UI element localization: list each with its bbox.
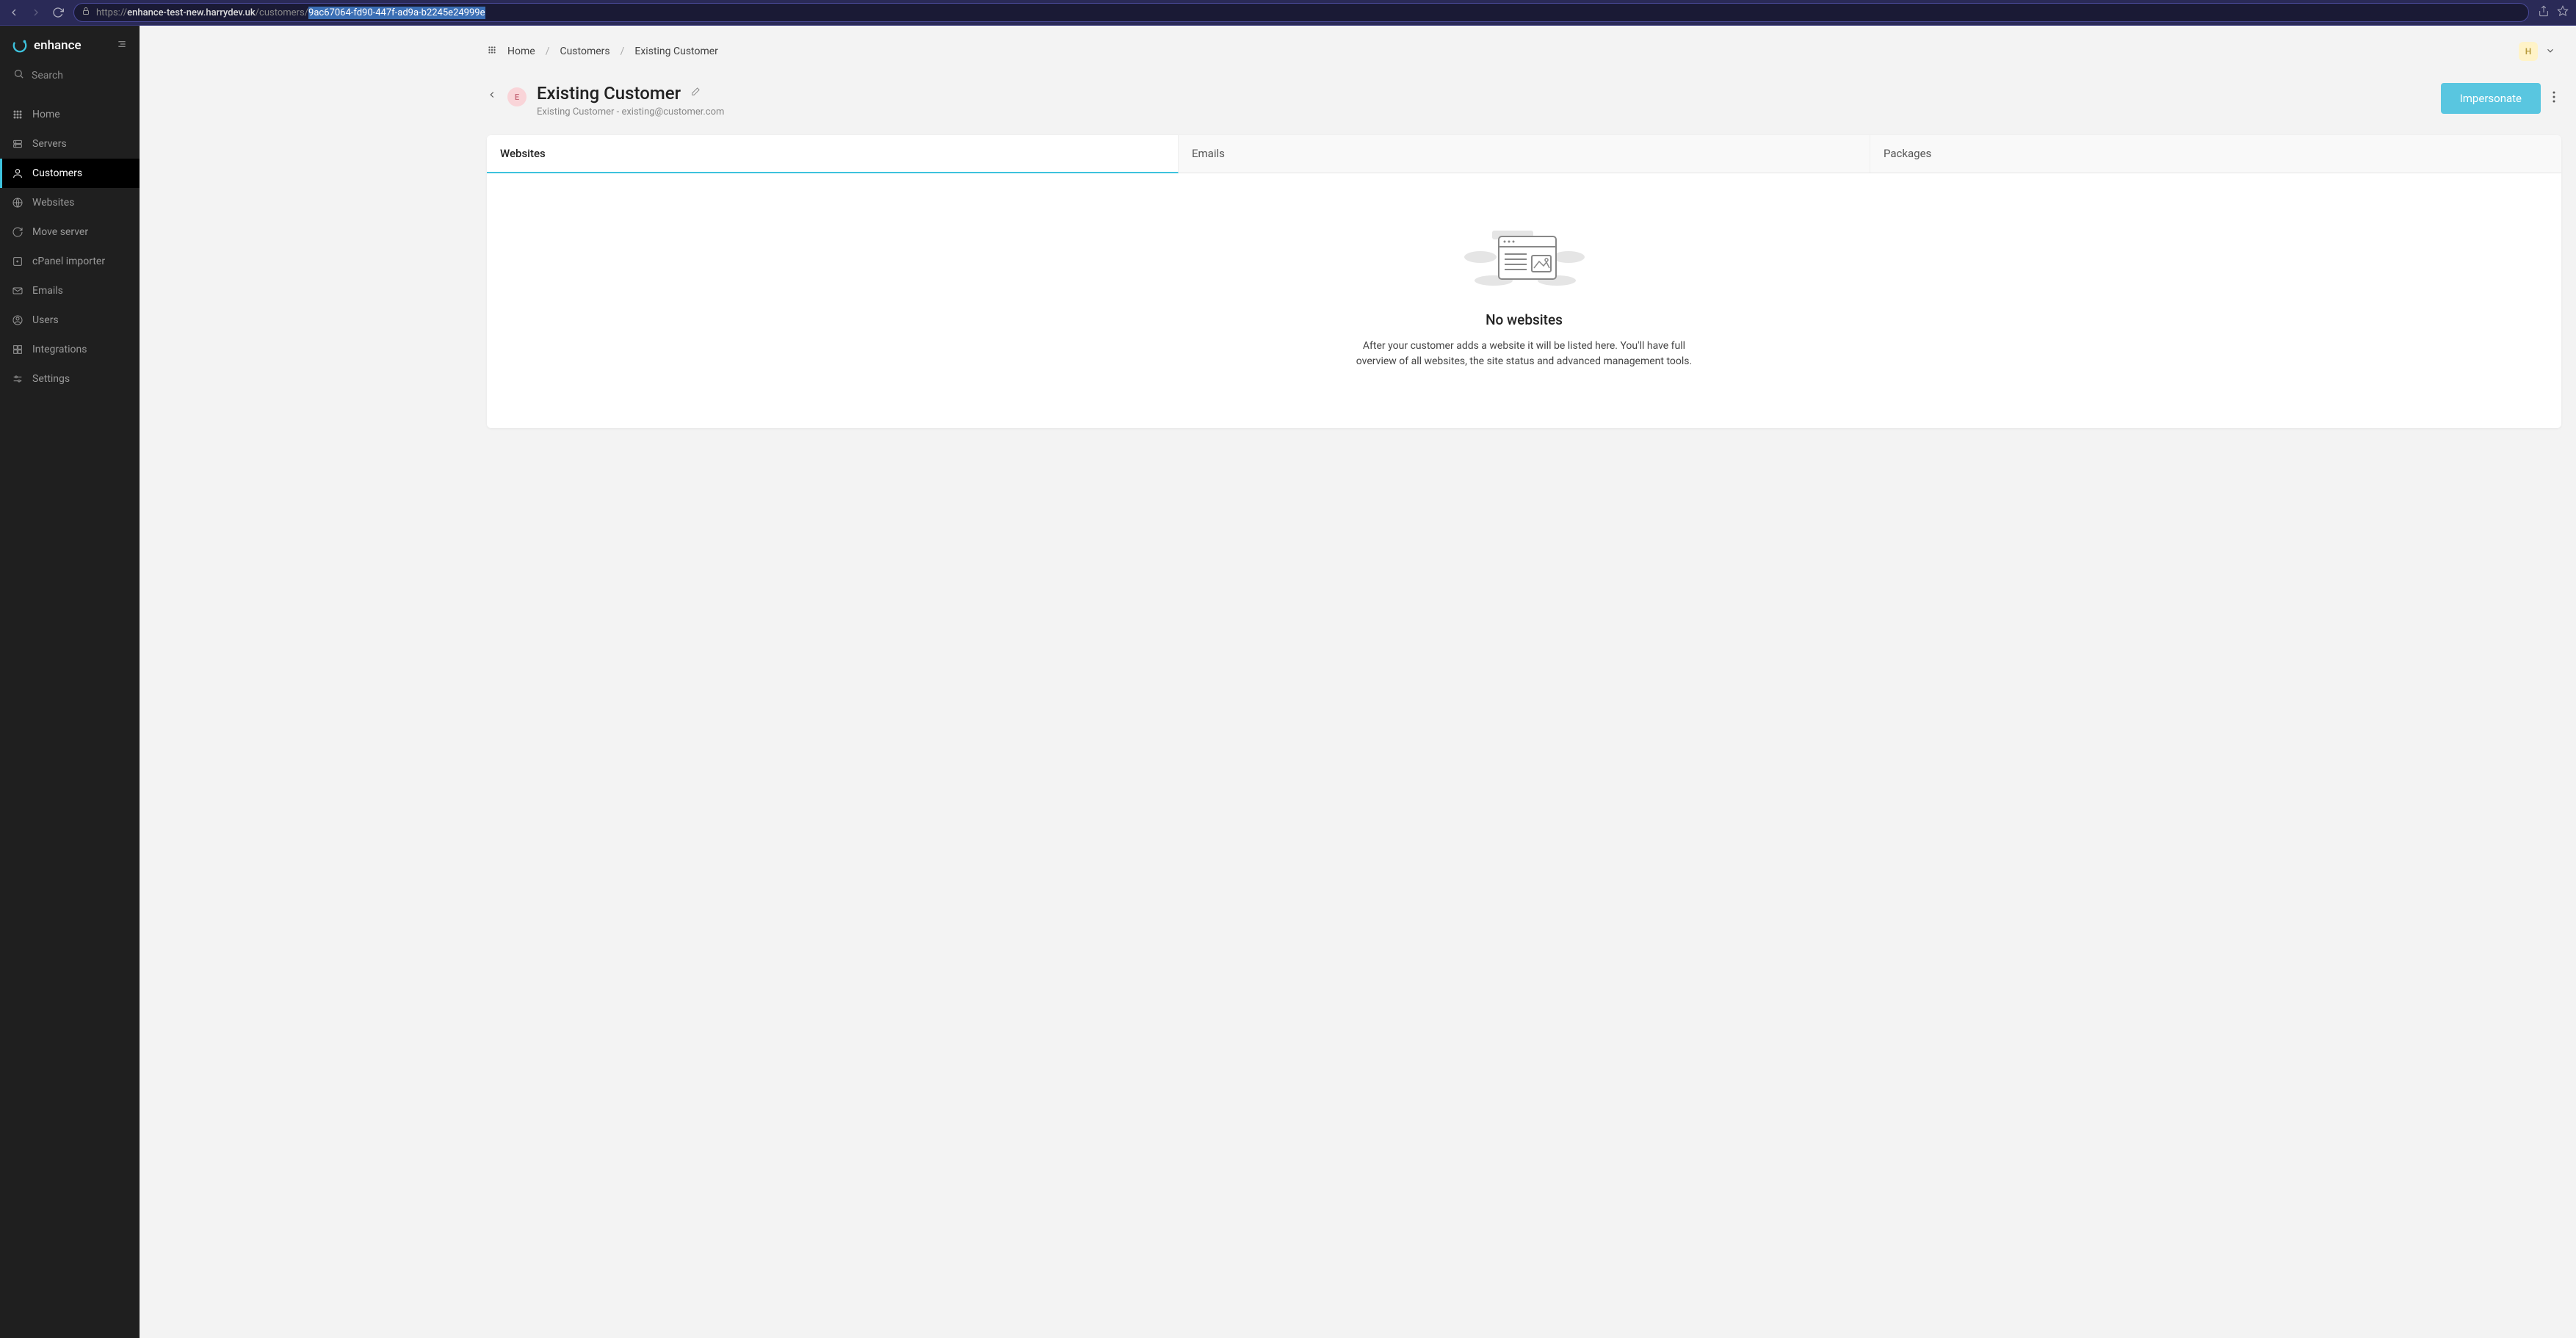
sidebar-header: enhance: [0, 26, 140, 61]
content-card: Websites Emails Packages: [487, 135, 2561, 428]
import-icon: [12, 256, 23, 267]
sidebar-nav: Home Servers Customers Websites Move ser…: [0, 95, 140, 394]
sliders-icon: [12, 373, 23, 385]
sidebar-item-users[interactable]: Users: [0, 305, 140, 335]
sidebar: enhance Search Home Servers Customers: [0, 26, 140, 1338]
page-header-right: Impersonate: [2441, 83, 2555, 114]
search-icon: [13, 68, 24, 82]
users-icon: [12, 314, 23, 326]
sidebar-item-integrations[interactable]: Integrations: [0, 335, 140, 364]
breadcrumb-separator: /: [546, 46, 550, 57]
sidebar-item-label: Websites: [32, 197, 74, 209]
share-icon[interactable]: [2538, 5, 2550, 20]
breadcrumb-separator: /: [621, 46, 625, 57]
sidebar-item-home[interactable]: Home: [0, 100, 140, 129]
tab-packages[interactable]: Packages: [1870, 135, 2561, 173]
breadcrumb-customers[interactable]: Customers: [560, 46, 609, 57]
browser-back-button[interactable]: [7, 6, 21, 19]
url-text: https://enhance-test-new.harrydev.uk/cus…: [96, 7, 485, 18]
topbar-right: H: [2519, 42, 2555, 61]
sidebar-item-label: Users: [32, 314, 59, 326]
more-icon[interactable]: [2553, 91, 2555, 106]
empty-description: After your customer adds a website it wi…: [1348, 339, 1701, 369]
page-title: Existing Customer: [537, 83, 681, 104]
customer-avatar: E: [507, 87, 527, 106]
tabs: Websites Emails Packages: [487, 135, 2561, 173]
sidebar-item-move-server[interactable]: Move server: [0, 217, 140, 247]
logo-mark-icon: [12, 37, 28, 54]
sidebar-item-label: Integrations: [32, 344, 87, 355]
user-icon: [12, 167, 23, 179]
page-header: E Existing Customer Existing Customer - …: [140, 68, 2576, 135]
topbar: Home / Customers / Existing Customer H: [140, 26, 2576, 68]
sidebar-item-label: Move server: [32, 226, 88, 238]
sidebar-item-cpanel-importer[interactable]: cPanel importer: [0, 247, 140, 276]
sidebar-item-websites[interactable]: Websites: [0, 188, 140, 217]
sidebar-item-label: Customers: [32, 167, 82, 179]
lock-icon: [82, 7, 90, 18]
user-avatar[interactable]: H: [2519, 42, 2538, 61]
menu-collapse-icon[interactable]: [116, 38, 128, 53]
grid-icon: [12, 109, 23, 120]
star-icon[interactable]: [2557, 5, 2569, 20]
apps-icon[interactable]: [487, 45, 497, 58]
logo-text: enhance: [34, 38, 82, 53]
app: enhance Search Home Servers Customers: [0, 26, 2576, 1338]
sidebar-item-label: Servers: [32, 138, 67, 150]
sidebar-item-customers[interactable]: Customers: [0, 159, 140, 188]
sidebar-item-label: Home: [32, 109, 60, 120]
integrations-icon: [12, 344, 23, 355]
tab-websites[interactable]: Websites: [487, 135, 1179, 173]
server-icon: [12, 138, 23, 150]
empty-title: No websites: [1486, 311, 1563, 328]
breadcrumbs: Home / Customers / Existing Customer: [487, 45, 718, 58]
sidebar-item-servers[interactable]: Servers: [0, 129, 140, 159]
sidebar-item-emails[interactable]: Emails: [0, 276, 140, 305]
edit-icon[interactable]: [690, 87, 701, 101]
page-subtitle: Existing Customer - existing@customer.co…: [537, 106, 724, 117]
browser-bar: https://enhance-test-new.harrydev.uk/cus…: [0, 0, 2576, 26]
tab-emails[interactable]: Emails: [1179, 135, 1870, 173]
sidebar-item-label: Emails: [32, 285, 63, 297]
breadcrumb-home[interactable]: Home: [507, 46, 535, 57]
empty-state: No websites After your customer adds a w…: [487, 173, 2561, 428]
url-bar[interactable]: https://enhance-test-new.harrydev.uk/cus…: [73, 3, 2529, 22]
breadcrumb-current: Existing Customer: [634, 46, 718, 57]
chevron-down-icon[interactable]: [2545, 45, 2555, 59]
main: Home / Customers / Existing Customer H E…: [140, 26, 2576, 1338]
empty-illustration-icon: [1458, 225, 1591, 294]
browser-forward-button[interactable]: [29, 6, 43, 19]
browser-reload-button[interactable]: [51, 6, 65, 19]
mail-icon: [12, 285, 23, 297]
sidebar-item-label: Settings: [32, 373, 70, 385]
logo[interactable]: enhance: [12, 37, 82, 54]
page-header-left: E Existing Customer Existing Customer - …: [487, 83, 724, 117]
sidebar-item-settings[interactable]: Settings: [0, 364, 140, 394]
sidebar-search[interactable]: Search: [0, 61, 140, 95]
refresh-icon: [12, 226, 23, 238]
back-button[interactable]: [487, 89, 497, 103]
search-label: Search: [32, 70, 63, 82]
globe-icon: [12, 197, 23, 209]
sidebar-item-label: cPanel importer: [32, 256, 105, 267]
impersonate-button[interactable]: Impersonate: [2441, 83, 2541, 114]
browser-right-icons: [2538, 5, 2569, 20]
